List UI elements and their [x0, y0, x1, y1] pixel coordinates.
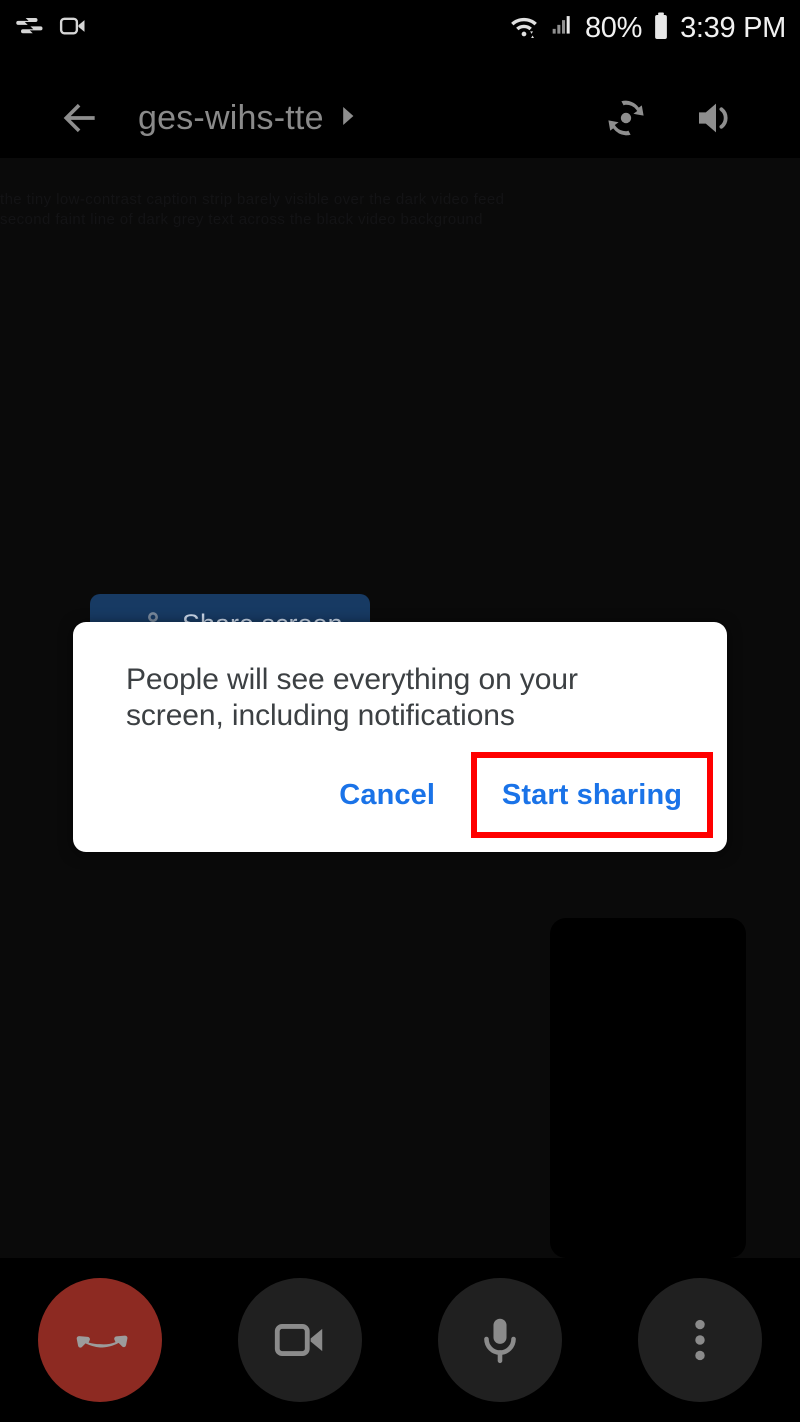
camera-toggle-button[interactable]	[238, 1278, 362, 1402]
screen-share-confirm-dialog: People will see everything on your scree…	[73, 622, 727, 852]
dialog-message-text: People will see everything on your scree…	[126, 663, 578, 732]
cellular-signal-icon	[548, 12, 576, 45]
speaker-volume-icon	[699, 103, 728, 133]
video-call-icon	[58, 11, 88, 46]
microphone-icon	[484, 1318, 516, 1364]
top-nav-actions	[598, 90, 744, 146]
faint-overlay-text: the tiny low-contrast caption strip bare…	[0, 190, 800, 230]
call-title-label: ges-wihs-tte	[138, 98, 324, 137]
self-view-thumbnail[interactable]	[550, 918, 746, 1258]
more-options-slot	[600, 1278, 800, 1402]
end-call-button[interactable]	[38, 1278, 162, 1402]
status-bar-left-icons	[14, 11, 88, 46]
speaker-button[interactable]	[688, 90, 744, 146]
faint-text-line: the tiny low-contrast caption strip bare…	[0, 191, 505, 208]
clock-label: 3:39 PM	[680, 11, 786, 44]
status-bar: 80% 3:39 PM	[0, 0, 800, 56]
top-navigation-bar: ges-wihs-tte	[0, 78, 800, 158]
phone-hangup-icon	[76, 1335, 128, 1348]
faint-text-line: second faint line of dark grey text acro…	[0, 211, 483, 228]
switch-camera-icon	[608, 100, 644, 136]
start-sharing-button[interactable]: Start sharing	[502, 779, 682, 812]
start-sharing-highlight-box: Start sharing	[471, 752, 713, 838]
more-options-button[interactable]	[638, 1278, 762, 1402]
back-button[interactable]	[42, 80, 118, 156]
mic-toggle-button[interactable]	[438, 1278, 562, 1402]
wifi-icon	[509, 11, 539, 46]
chevron-right-icon	[338, 104, 358, 133]
three-dots-vertical-icon	[695, 1319, 705, 1361]
hangouts-icon	[14, 11, 44, 46]
call-title-group[interactable]: ges-wihs-tte	[138, 99, 358, 138]
switch-camera-button[interactable]	[598, 90, 654, 146]
status-bar-right-icons: 80% 3:39 PM	[509, 11, 786, 46]
battery-icon	[651, 11, 671, 46]
mic-slot	[400, 1278, 600, 1402]
call-control-bar	[0, 1258, 800, 1422]
arrow-left-icon	[63, 103, 95, 133]
end-call-slot	[0, 1278, 200, 1402]
cancel-button[interactable]: Cancel	[321, 765, 453, 826]
video-camera-icon	[274, 1324, 323, 1356]
battery-percent-label: 80%	[584, 11, 643, 44]
camera-slot	[200, 1278, 400, 1402]
phone-screen: 80% 3:39 PM ges-wihs-tte the tiny low-co…	[0, 0, 800, 1422]
dialog-action-row: Cancel Start sharing	[321, 752, 713, 838]
